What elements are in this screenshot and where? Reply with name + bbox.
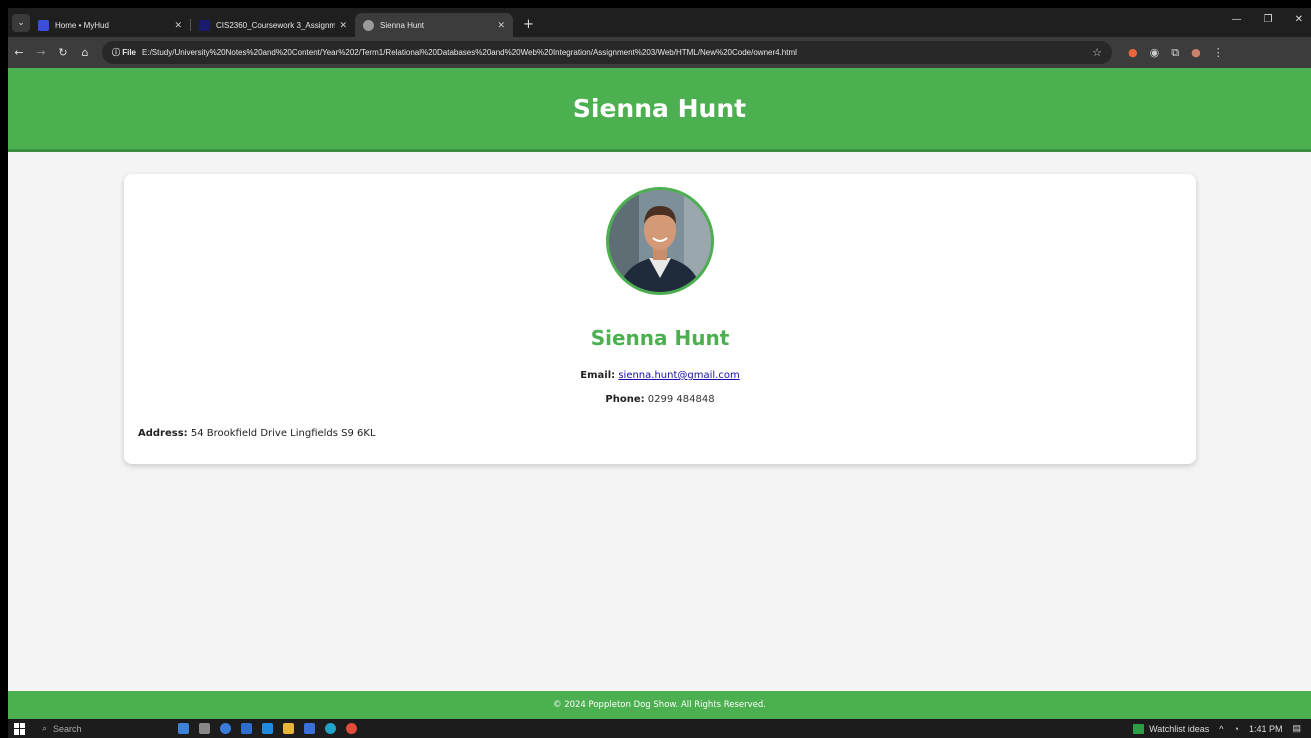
taskbar-app-icon[interactable] [240, 723, 252, 734]
tab-title: CIS2360_Coursework 3_Assignme [216, 20, 336, 30]
coursework-favicon-icon [199, 19, 210, 31]
web-page: Sienna Hunt Sienna Hunt Email: sienna.hu… [8, 68, 1311, 719]
owner-email-line: Email: sienna.hunt@gmail.com [124, 370, 1196, 381]
myhud-favicon-icon [38, 19, 49, 31]
tab-sienna-hunt-active[interactable]: Sienna Hunt ✕ [355, 13, 513, 37]
tab-myhud[interactable]: Home • MyHud ✕ [30, 13, 190, 37]
search-icon: ⌕ [42, 723, 48, 733]
phone-label: Phone: [605, 394, 645, 405]
system-tray: Watchlist ideas ^ ◔ 1:41 PM ▤ [1133, 723, 1301, 734]
watchlist-widget[interactable]: Watchlist ideas [1133, 723, 1210, 734]
reload-icon[interactable]: ↻ [52, 46, 74, 59]
new-tab-button[interactable]: + [523, 17, 534, 32]
page-title: Sienna Hunt [572, 94, 747, 123]
stocks-icon [1133, 723, 1145, 734]
back-arrow-icon[interactable]: ← [8, 46, 30, 59]
extension-icon[interactable]: ◉ [1150, 46, 1160, 59]
taskbar-app-icon[interactable] [177, 723, 189, 734]
site-info-chip[interactable]: ⓘ File [112, 47, 136, 58]
taskbar-search-label: Search [53, 723, 82, 734]
tab-close-icon[interactable]: ✕ [497, 20, 505, 31]
tab-close-icon[interactable]: ✕ [174, 20, 182, 31]
tab-search-chevron-icon[interactable]: ⌄ [12, 13, 30, 32]
profile-avatar-icon[interactable]: ● [1191, 46, 1201, 59]
chevron-up-icon[interactable]: ^ [1219, 724, 1223, 734]
browser-tab-strip: ⌄ Home • MyHud ✕ CIS2360_Coursework 3_As… [8, 8, 1311, 37]
browser-toolbar: ← → ↻ ⌂ ⓘ File E:/Study/University%20Not… [8, 37, 1311, 68]
extensions-puzzle-icon[interactable]: ⧉ [1171, 46, 1179, 60]
extensions-area: ● ◉ ⧉ ● ⋮ [1128, 46, 1224, 60]
address-label: Address: [138, 428, 188, 439]
address-value: 54 Brookfield Drive Lingfields S9 6KL [190, 428, 376, 439]
owner-phone-line: Phone: 0299 484848 [124, 394, 1196, 405]
network-icon[interactable]: ◔ [1234, 724, 1239, 734]
address-bar[interactable]: ⓘ File E:/Study/University%20Notes%20and… [102, 41, 1112, 64]
owner-photo [606, 187, 714, 295]
site-footer: © 2024 Poppleton Dog Show. All Rights Re… [8, 691, 1311, 719]
owner-address-line: Address: 54 Brookfield Drive Lingfields … [138, 428, 376, 439]
owner-name: Sienna Hunt [590, 326, 730, 350]
taskbar-pinned-apps [177, 723, 357, 734]
globe-favicon-icon [363, 19, 374, 31]
notification-icon[interactable]: ▤ [1292, 723, 1301, 734]
email-label: Email: [580, 370, 616, 381]
owner-card: Sienna Hunt Email: sienna.hunt@gmail.com… [124, 174, 1196, 464]
windows-start-icon[interactable] [14, 722, 26, 735]
clock[interactable]: 1:41 PM [1249, 724, 1283, 734]
email-link[interactable]: sienna.hunt@gmail.com [618, 370, 739, 381]
windows-taskbar: ⌕ Search Watchlist ideas ^ ◔ 1:41 PM ▤ [8, 719, 1311, 738]
taskbar-search[interactable]: ⌕ Search [42, 723, 82, 734]
file-explorer-icon[interactable] [282, 723, 294, 734]
owner-portrait-icon [609, 190, 711, 292]
tab-coursework[interactable]: CIS2360_Coursework 3_Assignme ✕ [191, 13, 355, 37]
close-window-icon[interactable]: ✕ [1295, 14, 1303, 25]
chrome-icon[interactable] [345, 723, 357, 734]
extension-icon[interactable]: ● [1128, 46, 1138, 59]
taskbar-app-icon[interactable] [303, 723, 315, 734]
site-header: Sienna Hunt [8, 68, 1311, 152]
edge-icon[interactable] [324, 723, 336, 734]
restore-icon[interactable]: ❐ [1264, 14, 1273, 25]
bookmark-star-icon[interactable]: ☆ [1092, 46, 1102, 59]
tab-title: Home • MyHud [55, 20, 109, 30]
forward-arrow-icon[interactable]: → [30, 46, 52, 59]
copyright-text: © 2024 Poppleton Dog Show. All Rights Re… [553, 700, 766, 710]
phone-value: 0299 484848 [647, 394, 715, 405]
minimize-icon[interactable]: — [1232, 14, 1242, 25]
task-view-icon[interactable] [198, 723, 210, 734]
tab-title: Sienna Hunt [380, 20, 425, 30]
url-text: E:/Study/University%20Notes%20and%20Cont… [142, 48, 797, 57]
window-controls: — ❐ ✕ [1232, 14, 1303, 25]
taskbar-app-icon[interactable] [261, 723, 273, 734]
home-icon[interactable]: ⌂ [74, 46, 96, 59]
browser-menu-icon[interactable]: ⋮ [1213, 46, 1224, 59]
watchlist-label: Watchlist ideas [1149, 723, 1210, 734]
tab-close-icon[interactable]: ✕ [339, 20, 347, 31]
taskbar-app-icon[interactable] [219, 723, 231, 734]
